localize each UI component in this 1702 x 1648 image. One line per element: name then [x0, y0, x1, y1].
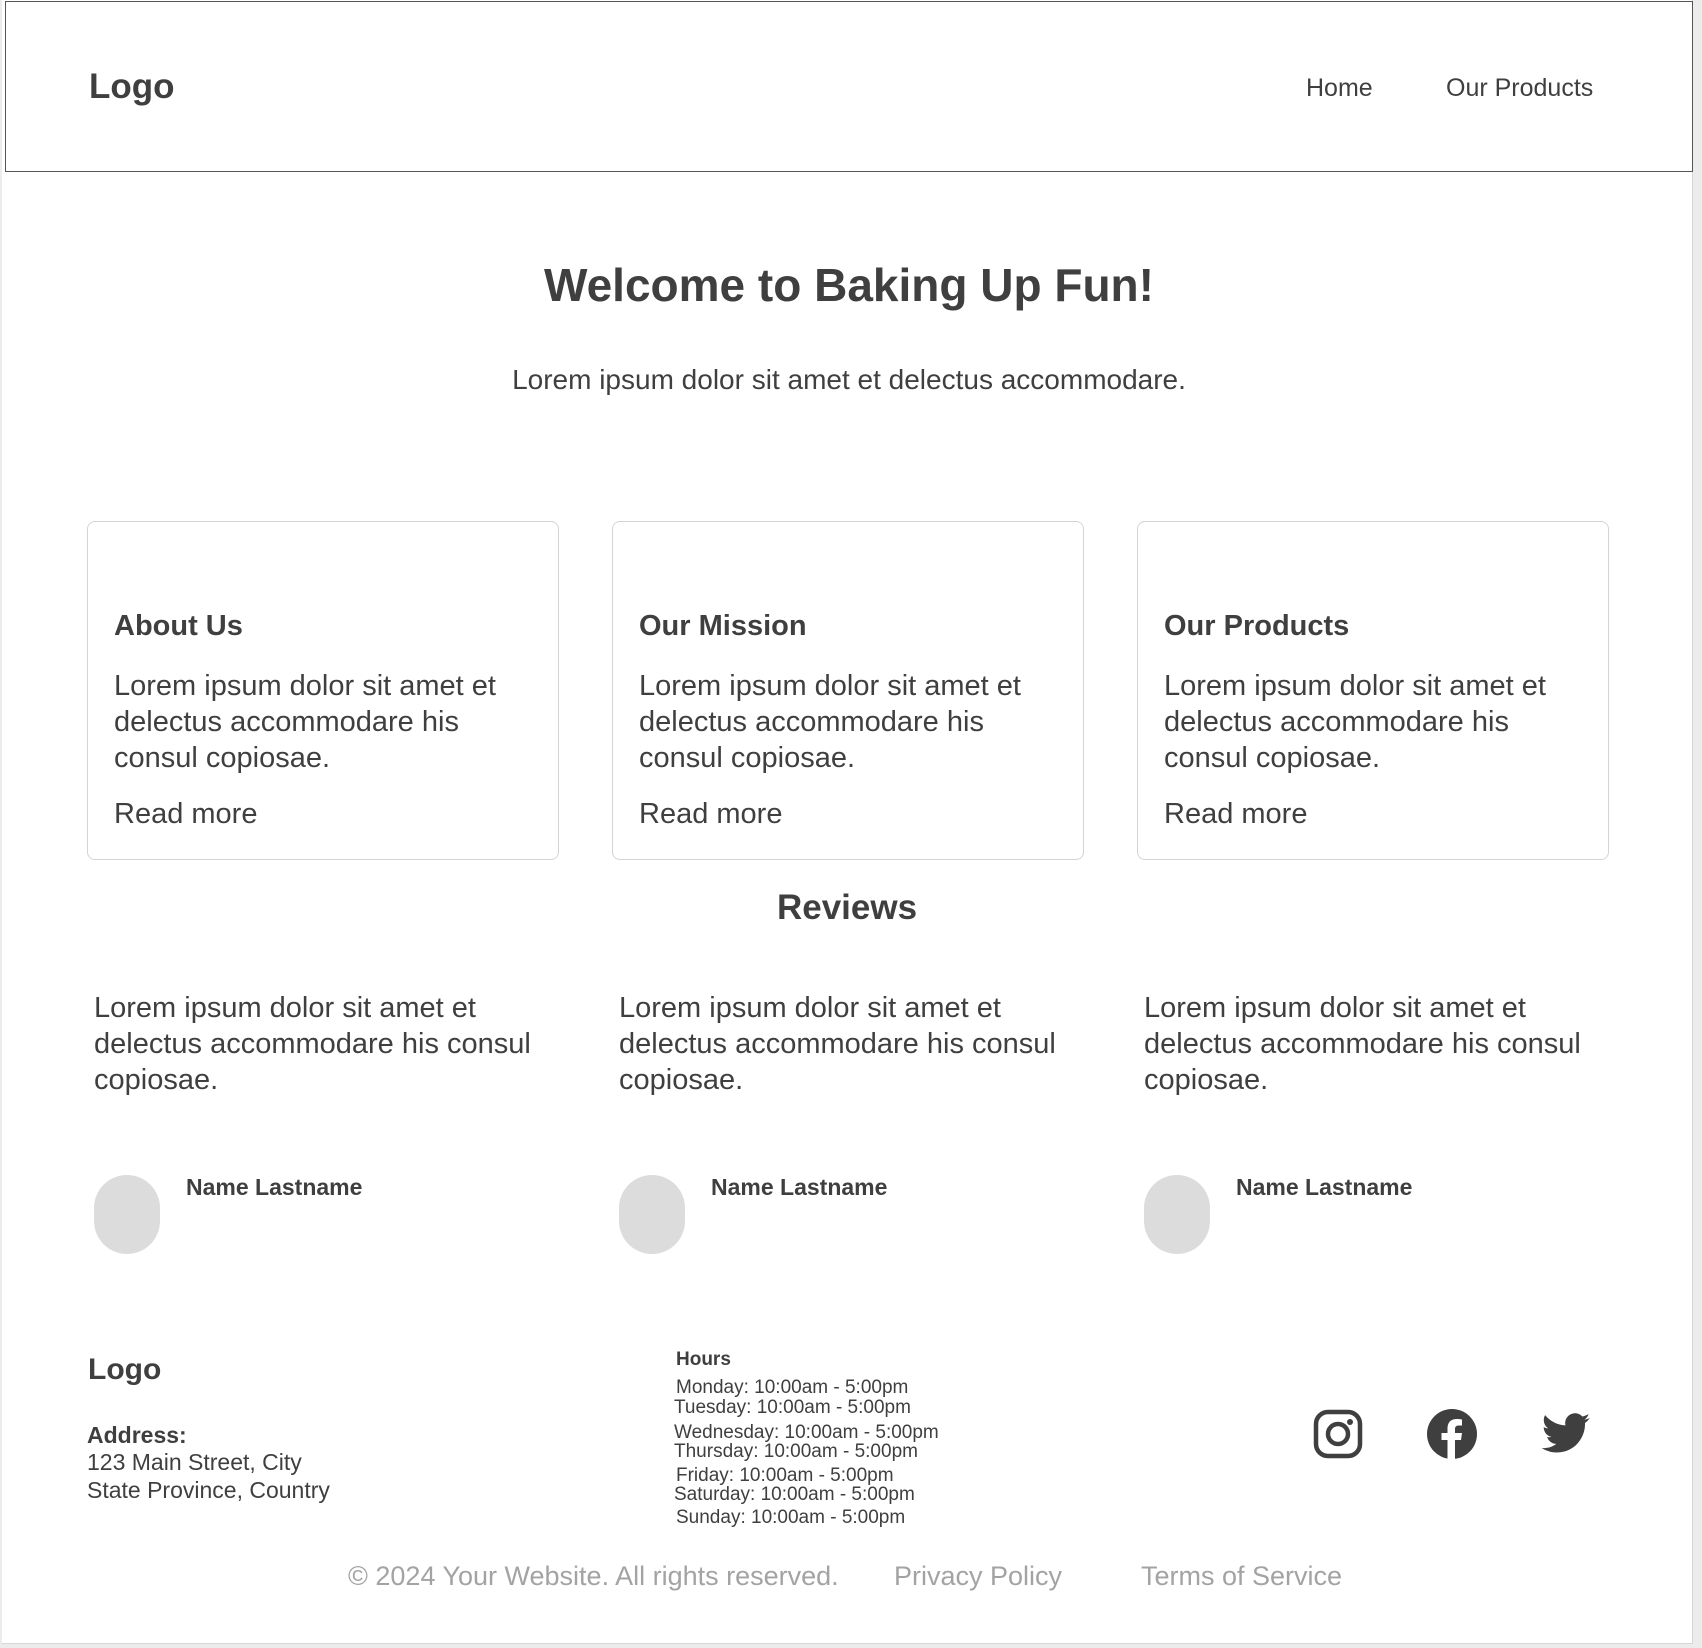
nav-our-products-link[interactable]: Our Products: [1446, 74, 1593, 103]
reviews-heading: Reviews: [776, 888, 918, 927]
avatar: [1144, 1175, 1210, 1254]
read-more-link[interactable]: Read more: [639, 798, 782, 831]
facebook-icon[interactable]: [1426, 1408, 1478, 1460]
hours-line: Saturday: 10:00am - 5:00pm: [674, 1484, 915, 1505]
card-title: Our Products: [1164, 610, 1350, 642]
card-body: Lorem ipsum dolor sit amet et delectus a…: [639, 670, 1021, 774]
privacy-policy-link[interactable]: Privacy Policy: [894, 1561, 1062, 1592]
hours-line: Monday: 10:00am - 5:00pm: [676, 1377, 909, 1398]
avatar: [94, 1175, 160, 1254]
terms-of-service-link[interactable]: Terms of Service: [1141, 1561, 1342, 1592]
hours-line: Thursday: 10:00am - 5:00pm: [674, 1441, 918, 1462]
page: Logo Home Our Products Welcome to Baking…: [2, 0, 1693, 1644]
review-text: Lorem ipsum dolor sit amet et delectus a…: [1144, 992, 1581, 1096]
reviewer-name: Name Lastname: [186, 1174, 363, 1200]
avatar: [619, 1175, 685, 1254]
header-logo[interactable]: Logo: [89, 67, 175, 107]
hours-heading: Hours: [676, 1349, 731, 1370]
card-title: Our Mission: [639, 610, 807, 642]
card-our-products: Our Products Lorem ipsum dolor sit amet …: [1137, 521, 1609, 860]
read-more-link[interactable]: Read more: [1164, 798, 1307, 831]
card-title: About Us: [114, 610, 243, 642]
address-label: Address:: [87, 1422, 187, 1448]
instagram-icon[interactable]: [1312, 1408, 1364, 1460]
hours-line: Sunday: 10:00am - 5:00pm: [676, 1507, 906, 1528]
card-about-us: About Us Lorem ipsum dolor sit amet et d…: [87, 521, 559, 860]
site-header: Logo Home Our Products: [5, 1, 1693, 172]
hero-subtitle: Lorem ipsum dolor sit amet et delectus a…: [512, 364, 1186, 395]
review-text: Lorem ipsum dolor sit amet et delectus a…: [94, 992, 531, 1096]
hero-title: Welcome to Baking Up Fun!: [544, 259, 1154, 311]
review-text: Lorem ipsum dolor sit amet et delectus a…: [619, 992, 1056, 1096]
nav-home-link[interactable]: Home: [1306, 74, 1373, 103]
card-our-mission: Our Mission Lorem ipsum dolor sit amet e…: [612, 521, 1084, 860]
reviewer-name: Name Lastname: [1236, 1174, 1413, 1200]
copyright-text: © 2024 Your Website. All rights reserved…: [348, 1561, 839, 1591]
reviewer-name: Name Lastname: [711, 1174, 888, 1200]
card-body: Lorem ipsum dolor sit amet et delectus a…: [114, 670, 496, 774]
read-more-link[interactable]: Read more: [114, 798, 257, 831]
twitter-icon[interactable]: [1540, 1408, 1592, 1460]
address-line: State Province, Country: [87, 1477, 330, 1503]
address-line: 123 Main Street, City: [87, 1449, 302, 1475]
card-body: Lorem ipsum dolor sit amet et delectus a…: [1164, 670, 1546, 774]
hours-line: Tuesday: 10:00am - 5:00pm: [674, 1397, 911, 1418]
footer-logo[interactable]: Logo: [88, 1353, 161, 1387]
